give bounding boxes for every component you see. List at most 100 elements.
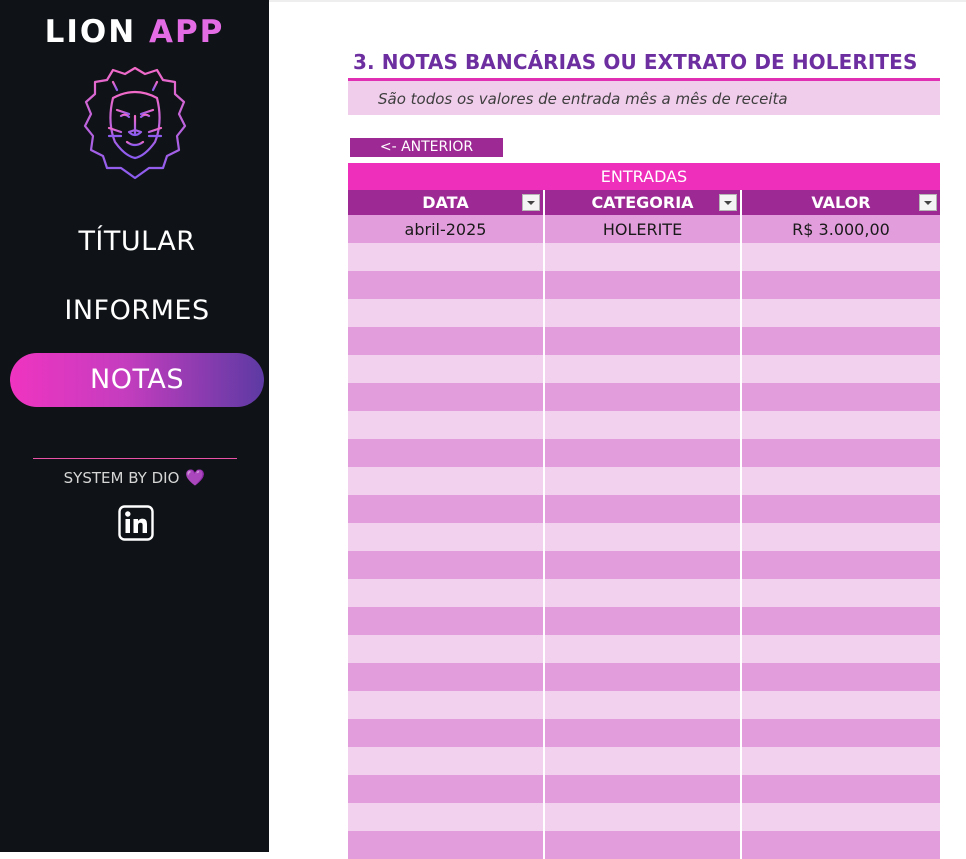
table-cell[interactable] — [348, 327, 545, 355]
table-cell[interactable] — [742, 243, 940, 271]
table-cell[interactable] — [348, 607, 545, 635]
table-cell[interactable] — [545, 803, 742, 831]
table-row — [348, 523, 940, 551]
column-header-valor: VALOR — [742, 190, 940, 215]
linkedin-icon[interactable] — [118, 505, 154, 541]
table-cell[interactable] — [742, 775, 940, 803]
table-cell[interactable] — [545, 327, 742, 355]
table-header: DATA CATEGORIA VALOR — [348, 190, 940, 215]
table-cell[interactable] — [742, 719, 940, 747]
table-cell[interactable] — [348, 747, 545, 775]
table-cell[interactable] — [742, 327, 940, 355]
table-caption: ENTRADAS — [348, 163, 940, 190]
table-cell[interactable] — [348, 467, 545, 495]
table-row — [348, 831, 940, 859]
table-cell[interactable]: R$ 3.000,00 — [742, 215, 940, 243]
table-cell[interactable] — [545, 495, 742, 523]
table-cell[interactable]: abril-2025 — [348, 215, 545, 243]
table-cell[interactable] — [545, 467, 742, 495]
table-cell[interactable] — [348, 635, 545, 663]
page-subtitle: São todos os valores de entrada mês a mê… — [378, 90, 788, 108]
previous-button[interactable]: <- ANTERIOR — [350, 138, 503, 157]
table-cell[interactable] — [348, 831, 545, 859]
table-cell[interactable] — [545, 747, 742, 775]
table-cell[interactable] — [742, 663, 940, 691]
table-cell[interactable] — [348, 383, 545, 411]
table-row — [348, 467, 940, 495]
table-cell[interactable] — [742, 607, 940, 635]
table-cell[interactable] — [545, 551, 742, 579]
table-cell[interactable] — [742, 271, 940, 299]
table-cell[interactable] — [545, 355, 742, 383]
table-cell[interactable]: HOLERITE — [545, 215, 742, 243]
table-cell[interactable] — [742, 411, 940, 439]
table-row — [348, 327, 940, 355]
table-cell[interactable] — [348, 803, 545, 831]
table-cell[interactable] — [348, 271, 545, 299]
table-cell[interactable] — [545, 607, 742, 635]
table-row — [348, 243, 940, 271]
table-cell[interactable] — [348, 775, 545, 803]
table-cell[interactable] — [742, 635, 940, 663]
table-cell[interactable] — [742, 467, 940, 495]
table-cell[interactable] — [742, 803, 940, 831]
filter-dropdown-icon[interactable] — [719, 194, 737, 211]
table-cell[interactable] — [348, 299, 545, 327]
nav-item-informes[interactable]: INFORMES — [10, 284, 264, 338]
table-cell[interactable] — [545, 831, 742, 859]
table-cell[interactable] — [545, 523, 742, 551]
table-cell[interactable] — [545, 439, 742, 467]
brand-part-1: LION — [44, 14, 137, 50]
table-cell[interactable] — [545, 663, 742, 691]
table-cell[interactable] — [545, 299, 742, 327]
sidebar: LION APP TÍTULAR INFORMES NOTAS SYSTEM B… — [0, 0, 269, 852]
table-cell[interactable] — [348, 355, 545, 383]
table-cell[interactable] — [348, 495, 545, 523]
nav-item-titular[interactable]: TÍTULAR — [10, 215, 264, 269]
filter-dropdown-icon[interactable] — [919, 194, 937, 211]
column-header-data: DATA — [348, 190, 545, 215]
table-cell[interactable] — [742, 691, 940, 719]
table-cell[interactable] — [545, 243, 742, 271]
table-cell[interactable] — [742, 747, 940, 775]
table-cell[interactable] — [348, 719, 545, 747]
table-cell[interactable] — [742, 495, 940, 523]
table-cell[interactable] — [348, 439, 545, 467]
column-header-categoria: CATEGORIA — [545, 190, 742, 215]
table-cell[interactable] — [742, 831, 940, 859]
brand-part-2: APP — [148, 14, 225, 50]
table-cell[interactable] — [545, 383, 742, 411]
table-row — [348, 299, 940, 327]
table-cell[interactable] — [348, 551, 545, 579]
table-cell[interactable] — [545, 719, 742, 747]
sidebar-divider — [33, 458, 237, 459]
nav-item-notas[interactable]: NOTAS — [10, 353, 264, 407]
table-cell[interactable] — [742, 299, 940, 327]
table-cell[interactable] — [545, 411, 742, 439]
table-cell[interactable] — [545, 579, 742, 607]
table-cell[interactable] — [545, 691, 742, 719]
table-cell[interactable] — [545, 271, 742, 299]
table-cell[interactable] — [742, 579, 940, 607]
table-cell[interactable] — [742, 355, 940, 383]
column-header-label: VALOR — [811, 193, 871, 212]
table-cell[interactable] — [545, 775, 742, 803]
table-cell[interactable] — [348, 243, 545, 271]
table-row: abril-2025 HOLERITE R$ 3.000,00 — [348, 215, 940, 243]
table-row — [348, 383, 940, 411]
table-cell[interactable] — [742, 551, 940, 579]
table-row — [348, 439, 940, 467]
filter-dropdown-icon[interactable] — [522, 194, 540, 211]
table-cell[interactable] — [348, 523, 545, 551]
subtitle-bar: São todos os valores de entrada mês a mê… — [348, 81, 940, 115]
table-cell[interactable] — [348, 579, 545, 607]
top-divider — [269, 0, 966, 2]
table-cell[interactable] — [742, 523, 940, 551]
column-header-label: CATEGORIA — [591, 193, 694, 212]
table-cell[interactable] — [348, 411, 545, 439]
table-cell[interactable] — [348, 691, 545, 719]
table-cell[interactable] — [742, 383, 940, 411]
table-cell[interactable] — [742, 439, 940, 467]
table-cell[interactable] — [545, 635, 742, 663]
table-cell[interactable] — [348, 663, 545, 691]
